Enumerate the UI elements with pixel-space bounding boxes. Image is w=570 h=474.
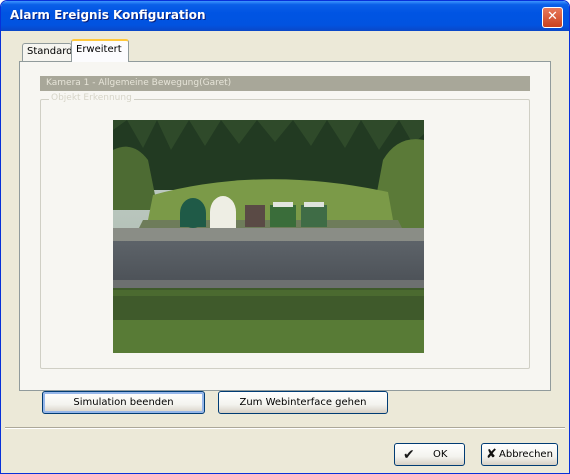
web-interface-button[interactable]: Zum Webinterface gehen [218, 391, 388, 414]
tab-standard[interactable]: Standard [22, 43, 73, 61]
tab-erweitert[interactable]: Erweitert [71, 39, 129, 62]
close-button[interactable]: ✕ [542, 7, 563, 28]
dialog-client-area: Standard Erweitert Kamera 1 - Allgemeine… [5, 31, 565, 471]
ok-label: OK [433, 449, 448, 460]
cancel-icon: ✘ [486, 447, 497, 462]
close-icon: ✕ [547, 9, 558, 24]
stop-simulation-button[interactable]: Simulation beenden [42, 391, 205, 414]
check-icon: ✔ [403, 447, 415, 463]
camera-snapshot-image [113, 120, 424, 353]
camera-label-bar: Kamera 1 - Allgemeine Bewegung(Garet) [40, 76, 530, 91]
bottom-separator [5, 427, 565, 429]
groupbox-label: Objekt Erkennung [49, 93, 134, 103]
dialog-window: Alarm Ereignis Konfiguration ✕ Standard … [0, 0, 570, 474]
title-bar[interactable]: Alarm Ereignis Konfiguration ✕ [1, 1, 569, 31]
camera-scene [113, 120, 424, 353]
window-title: Alarm Ereignis Konfiguration [10, 8, 206, 22]
cancel-button[interactable]: ✘ Abbrechen [481, 443, 558, 466]
cancel-label: Abbrechen [499, 449, 553, 460]
ok-button[interactable]: ✔ OK [394, 443, 465, 466]
